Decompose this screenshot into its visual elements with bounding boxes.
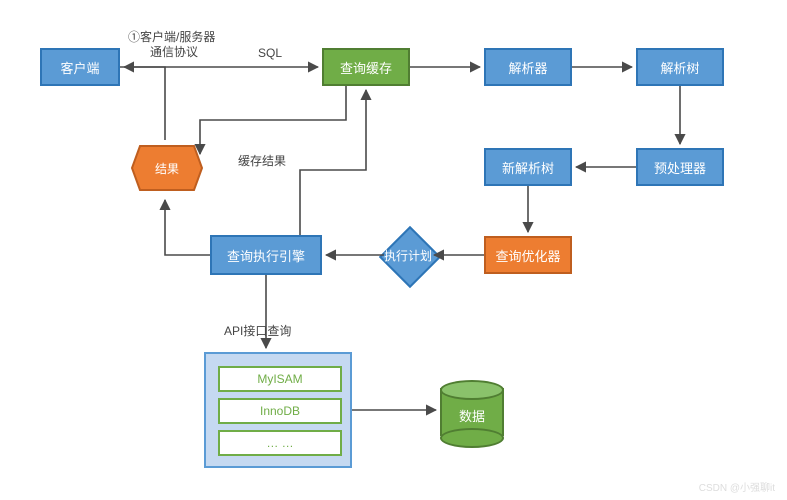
new-parse-tree-label: 新解析树 [502,158,554,177]
storage-engines-group: MyISAM InnoDB … … [204,352,352,468]
arrow-result-client [124,67,165,140]
exec-engine-label: 查询执行引擎 [227,246,305,265]
parse-tree-label: 解析树 [660,58,699,77]
arrow-cache-result [200,86,346,154]
client-node: 客户端 [40,48,120,86]
data-cylinder: 数据 [440,380,504,444]
exec-plan-node [379,226,441,288]
engine-innodb: InnoDB [218,398,342,424]
optimizer-label: 查询优化器 [495,246,560,265]
query-cache-node: 查询缓存 [322,48,410,86]
client-label: 客户端 [60,58,99,77]
protocol-label-sub: 通信协议 [150,43,198,60]
new-parse-tree-node: 新解析树 [484,148,572,186]
arrow-engine-result [165,200,210,255]
sql-label: SQL [258,46,282,60]
data-label: 数据 [459,409,485,424]
arrow-engine-cache [300,90,366,235]
parser-label: 解析器 [508,58,547,77]
parse-tree-node: 解析树 [636,48,724,86]
engine-myisam: MyISAM [218,366,342,392]
query-cache-label: 查询缓存 [340,58,392,77]
parser-node: 解析器 [484,48,572,86]
result-shape [130,140,204,196]
preprocessor-label: 预处理器 [654,158,706,177]
api-query-label: API接口查询 [224,322,291,339]
watermark: CSDN @小强聊it [699,479,775,494]
cached-result-label: 缓存结果 [238,152,286,169]
preprocessor-node: 预处理器 [636,148,724,186]
optimizer-node: 查询优化器 [484,236,572,274]
engine-etc: … … [218,430,342,456]
exec-engine-node: 查询执行引擎 [210,235,322,275]
